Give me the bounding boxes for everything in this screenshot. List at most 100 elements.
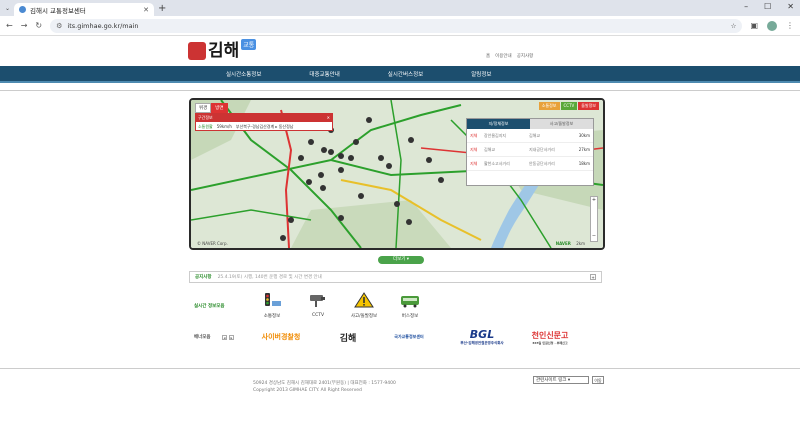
- banner-national-traffic[interactable]: 국가교통정보센터: [384, 326, 434, 348]
- back-icon[interactable]: ←: [6, 21, 13, 30]
- zoom-out-icon[interactable]: −: [591, 233, 597, 239]
- nav-item-realtime-bus[interactable]: 실시간버스정보: [388, 70, 423, 78]
- notice-bar: 공지사항 25.4.19(토) 시행, 140번 운행 경로 및 시간 변경 안…: [189, 271, 602, 283]
- congestion-level: 지체: [470, 132, 478, 138]
- browser-tab[interactable]: 김해시 교통정보센터 ✕: [14, 3, 154, 16]
- congestion-from: 장안물김지지: [484, 132, 507, 138]
- list-item[interactable]: 지체 활천소고사거리 안동공단사거리 18km: [467, 157, 593, 171]
- quick-link-traffic[interactable]: 소통정보: [249, 292, 295, 319]
- congestion-level: 지체: [470, 160, 478, 166]
- util-link-notice[interactable]: 공지사항: [517, 53, 534, 59]
- banner-strip: 배너모음 ◂ ▸ 사이버경찰청 김해 국가교통정보센터 BGL 부산-김해경전철…: [194, 326, 588, 348]
- nav-item-alerts[interactable]: 알림정보: [471, 70, 491, 78]
- map-attribution: © NAVER Corp.: [197, 241, 228, 246]
- map-mode-tabs: 위경 방면: [195, 103, 228, 113]
- close-icon[interactable]: ✕: [143, 6, 149, 14]
- banner-bgl-sub: 부산-김해경전철운영주식회사: [460, 341, 504, 345]
- banner-label: 배너모음: [194, 335, 211, 340]
- map-tab-location[interactable]: 위경: [195, 103, 212, 113]
- quick-link-bus[interactable]: 버스정보: [387, 292, 433, 319]
- site-logo[interactable]: 김해 교통: [188, 39, 257, 61]
- more-button[interactable]: 더보기 ▾: [378, 256, 424, 264]
- window-controls: – ☐ ✕: [744, 2, 794, 11]
- main-nav: 실시간소통정보 대중교통안내 실시간버스정보 알림정보: [0, 66, 800, 83]
- bookmark-star-icon[interactable]: ☆: [731, 22, 737, 30]
- banner-chunin[interactable]: 천인신문고 365일 민원신청 · 부패신고: [530, 326, 570, 348]
- cctv-icon: [310, 295, 325, 307]
- congestion-from: 김해교: [484, 146, 496, 152]
- congestion-from: 활천소고사거리: [484, 160, 510, 166]
- banner-gimhae[interactable]: 김해: [330, 326, 366, 348]
- extensions-icon[interactable]: ▣: [750, 21, 758, 30]
- site-header: 김해 교통 홈 이용안내 공지사항: [0, 36, 800, 66]
- related-sites-select[interactable]: 관련사이트 링크 ▾: [533, 376, 589, 384]
- profile-avatar[interactable]: [767, 20, 777, 31]
- congestion-speed: 18km: [578, 161, 590, 166]
- browser-tab-strip: ⌄ 김해시 교통정보센터 ✕ + – ☐ ✕: [0, 0, 800, 16]
- notice-text[interactable]: 25.4.19(토) 시행, 140번 운행 경로 및 시간 변경 안내: [218, 274, 584, 280]
- quick-link-label: CCTV: [311, 313, 325, 318]
- layer-toggle-traffic[interactable]: 소통정보: [538, 102, 560, 110]
- nav-item-realtime-traffic[interactable]: 실시간소통정보: [226, 70, 261, 78]
- banner-bgl[interactable]: BGL 부산-김해경전철운영주식회사: [452, 326, 512, 348]
- quick-link-label: 버스정보: [401, 314, 419, 319]
- quick-link-label: 사고/돌발정보: [350, 314, 378, 319]
- address-bar[interactable]: ⚙ its.gimhae.go.kr/main ☆: [50, 18, 743, 33]
- url-text: its.gimhae.go.kr/main: [67, 21, 139, 30]
- zoom-control[interactable]: + −: [590, 196, 598, 242]
- tab-incident[interactable]: 사고/돌발정보: [530, 119, 593, 129]
- section-status: 소통원활: [198, 124, 213, 129]
- nav-item-public-transit[interactable]: 대중교통안내: [309, 70, 339, 78]
- realtime-label: 실시간 정보모음: [194, 304, 225, 309]
- window-close-icon[interactable]: ✕: [787, 2, 794, 11]
- map-tab-direction[interactable]: 방면: [211, 103, 228, 113]
- map-layer-toggles: 소통정보 CCTV 돌발정보: [538, 102, 599, 110]
- banner-next-icon[interactable]: ▸: [229, 334, 234, 340]
- util-link-home[interactable]: 홈: [486, 53, 490, 59]
- congestion-speed: 27km: [578, 147, 590, 152]
- maximize-icon[interactable]: ☐: [764, 2, 771, 11]
- congestion-to: 김해교: [529, 132, 541, 138]
- section-info-title: 구간정보: [198, 115, 213, 120]
- congestion-level: 지체: [470, 146, 478, 152]
- close-icon[interactable]: ✕: [327, 115, 330, 121]
- layer-toggle-cctv[interactable]: CCTV: [560, 102, 578, 110]
- congestion-speed: 30km: [578, 133, 590, 138]
- layer-toggle-incident[interactable]: 돌발정보: [578, 102, 599, 110]
- new-tab-icon[interactable]: +: [158, 3, 166, 14]
- banner-chunin-sub: 365일 민원신청 · 부패신고: [532, 340, 568, 345]
- banner-bgl-title: BGL: [469, 328, 495, 341]
- forward-icon[interactable]: →: [21, 21, 28, 30]
- traffic-map[interactable]: 위경 방면 소통정보 CCTV 돌발정보 구간정보 ✕ 소통원활 59km/h …: [189, 98, 605, 250]
- logo-badge: 교통: [241, 39, 257, 50]
- quick-link-cctv[interactable]: CCTV: [295, 292, 341, 318]
- go-button[interactable]: 이동: [592, 376, 604, 384]
- traffic-light-icon: [265, 293, 281, 306]
- tab-congestion[interactable]: 지/정체정보: [467, 119, 530, 129]
- map-scale: 2km: [576, 241, 585, 246]
- footer-address: 50924 경상남도 김해시 김해대로 2401(부원동) | 대표전화 : 1…: [253, 381, 396, 393]
- tab-search-icon[interactable]: ⌄: [3, 4, 12, 13]
- minimize-icon[interactable]: –: [744, 2, 748, 11]
- list-item[interactable]: 지체 김해교 지내공단사거리 27km: [467, 143, 593, 157]
- footer-copyright: Copyright 2013 GIMHAE CITY. All Right Re…: [253, 388, 362, 393]
- reload-icon[interactable]: ↻: [35, 21, 42, 30]
- utility-links: 홈 이용안내 공지사항: [486, 53, 533, 59]
- quick-link-incident[interactable]: 사고/돌발정보: [341, 292, 387, 319]
- site-footer: 50924 경상남도 김해시 김해대로 2401(부원동) | 대표전화 : 1…: [0, 368, 800, 430]
- warning-icon: [354, 292, 374, 308]
- site-info-icon[interactable]: ⚙: [56, 22, 62, 30]
- menu-icon[interactable]: ⋮: [786, 21, 794, 30]
- banner-prev-icon[interactable]: ◂: [222, 334, 227, 340]
- util-link-guide[interactable]: 이용안내: [495, 53, 512, 59]
- congestion-to: 안동공단사거리: [529, 160, 555, 166]
- list-item[interactable]: 지체 장안물김지지 김해교 30km: [467, 129, 593, 143]
- section-info-popup: 구간정보 ✕ 소통원활 59km/h 부산북구-경남김산경계 ▸ 동산정남: [195, 113, 333, 131]
- zoom-slider[interactable]: [591, 203, 597, 233]
- map-provider-logo: NAVER 2km: [555, 241, 585, 246]
- notice-more-icon[interactable]: +: [590, 274, 596, 280]
- banner-cyber-police[interactable]: 사이버경찰청: [250, 326, 312, 348]
- banner-chunin-title: 천인신문고: [531, 330, 569, 340]
- section-route: 부산북구-경남김산경계 ▸ 동산정남: [235, 124, 294, 129]
- logo-text: 김해: [208, 41, 240, 61]
